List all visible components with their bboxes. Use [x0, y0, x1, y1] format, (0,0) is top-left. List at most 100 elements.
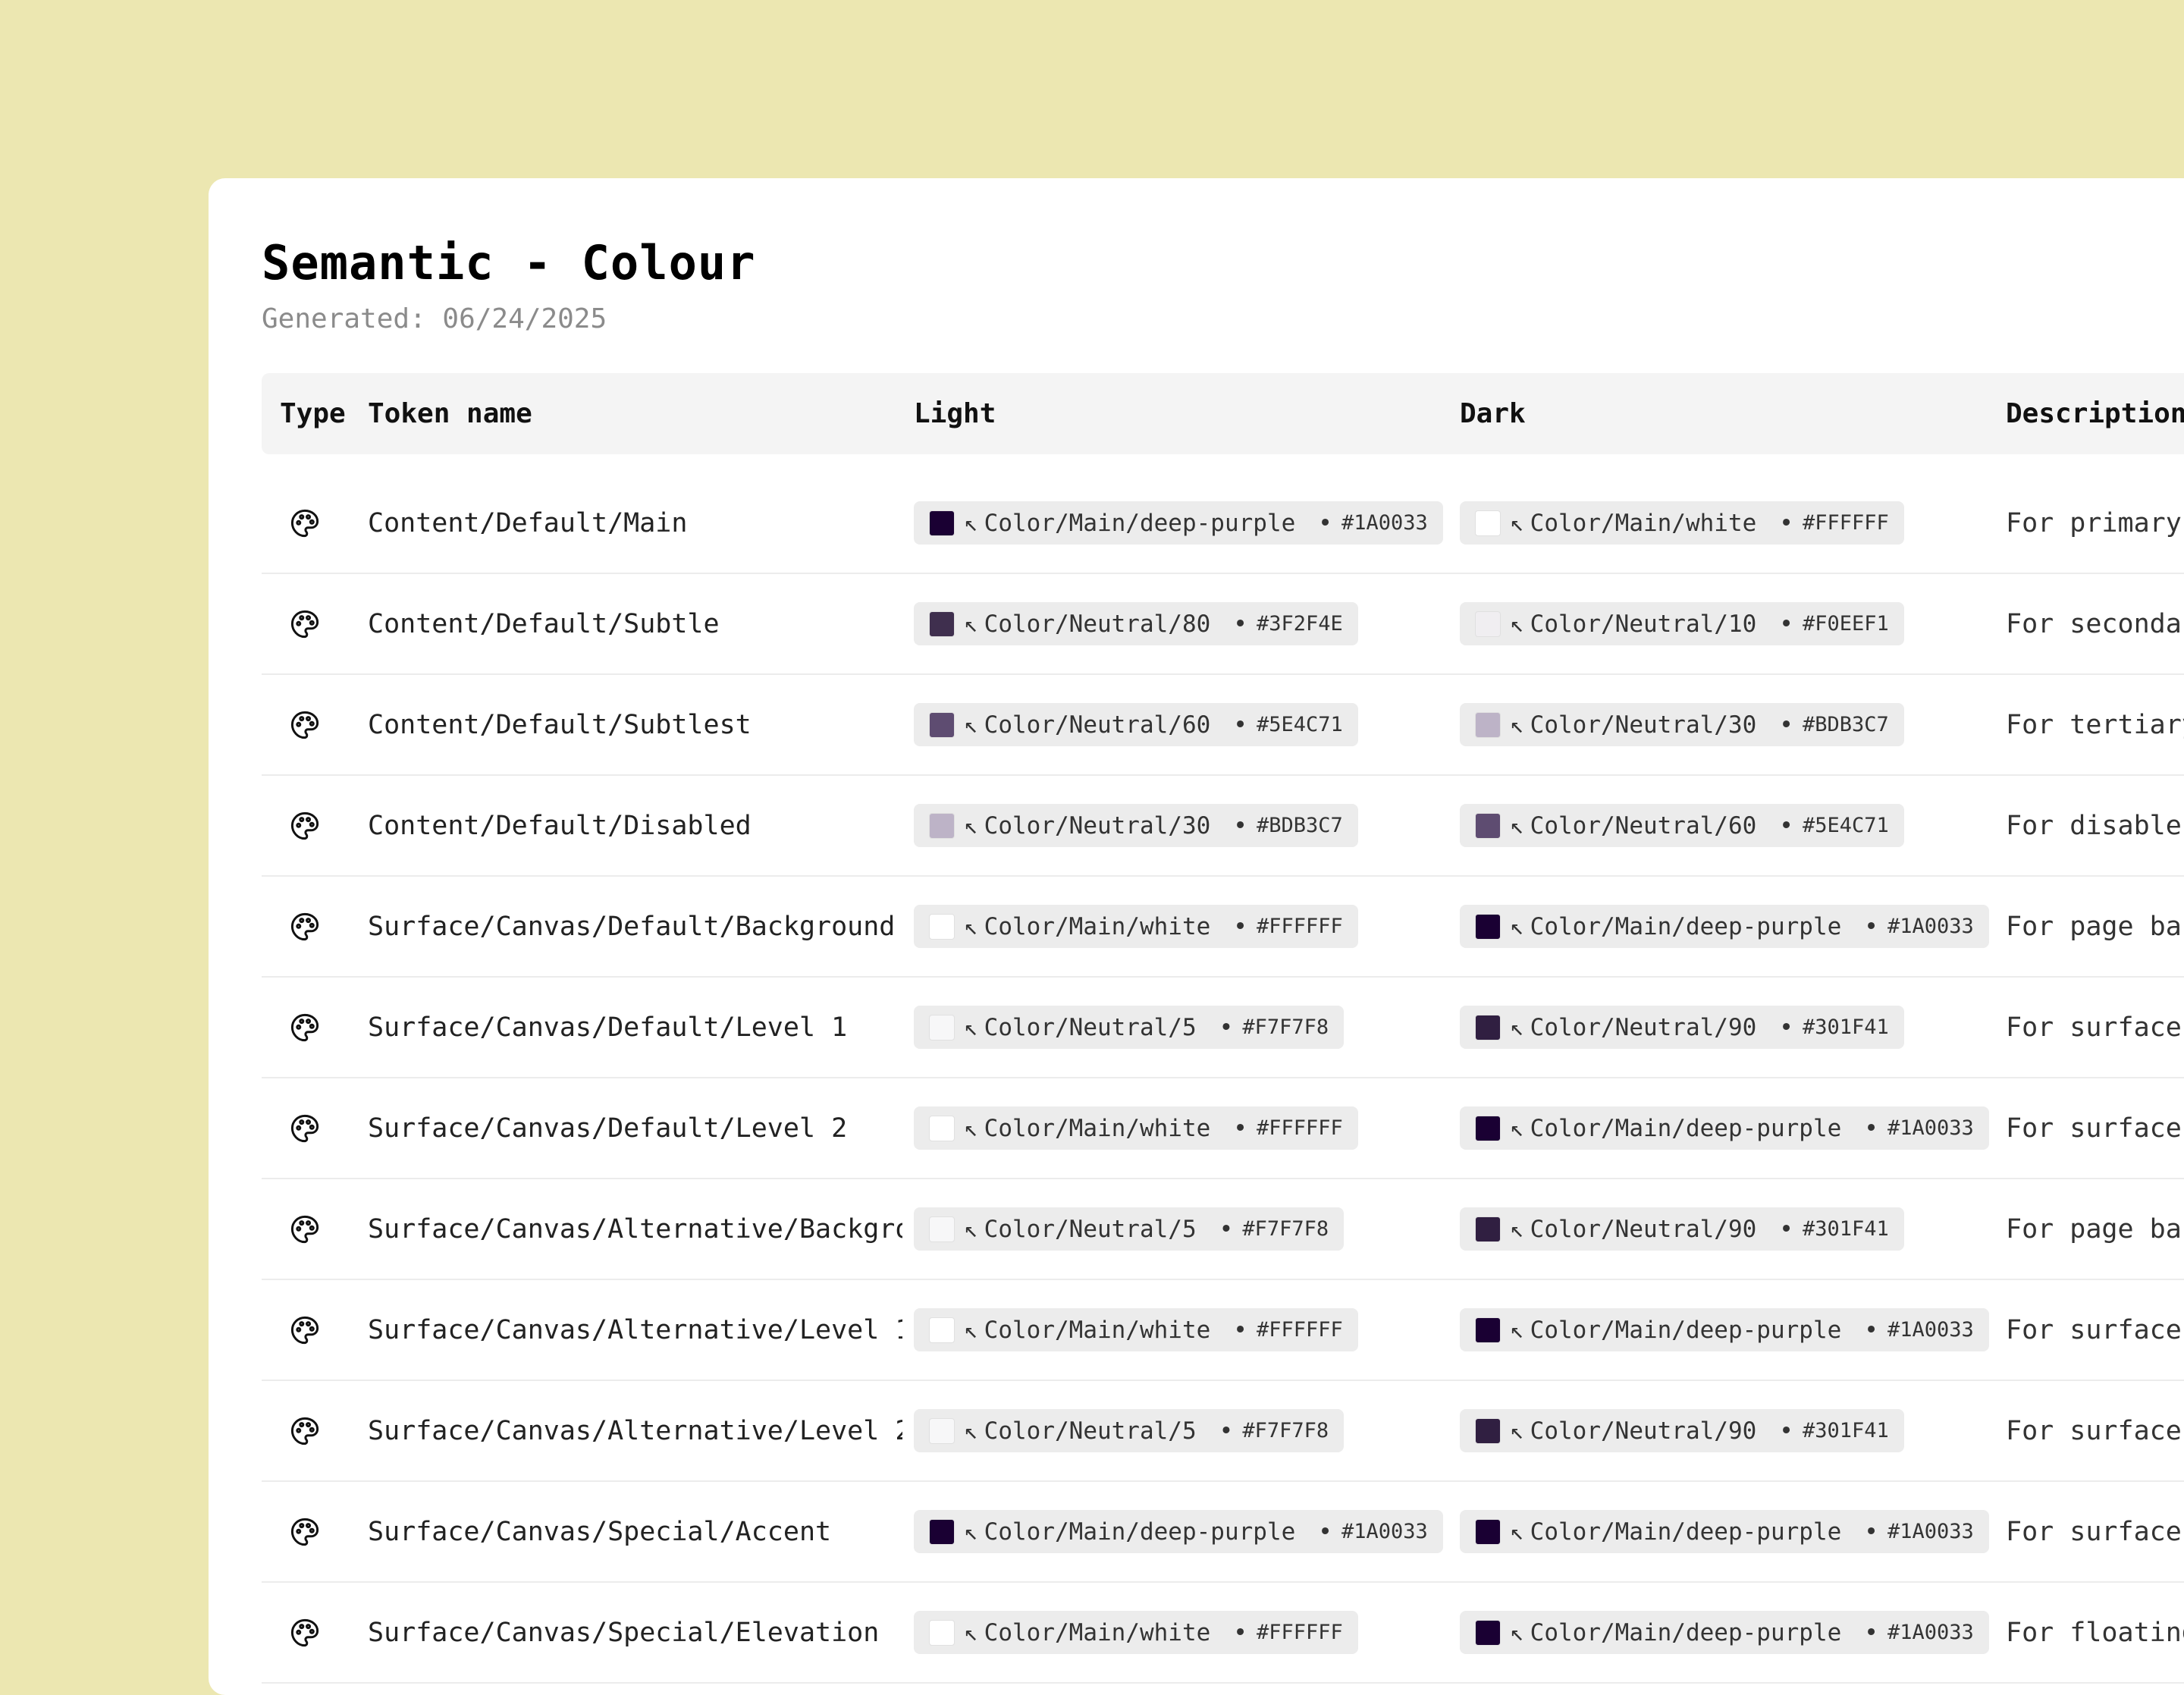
dark-value-chip[interactable]: ↖ Color/Neutral/90 • #301F41 [1460, 1409, 1904, 1452]
light-value-chip[interactable]: ↖ Color/Main/white • #FFFFFF [914, 1106, 1358, 1150]
description: For secondar [2006, 608, 2184, 639]
arrow-up-left-icon: ↖ [1510, 711, 1524, 739]
separator-dot: • [1219, 1417, 1234, 1445]
light-hex: #5E4C71 [1256, 713, 1343, 736]
dark-value-chip[interactable]: ↖ Color/Main/deep-purple • #1A0033 [1460, 905, 1989, 948]
table-row: Content/Default/Subtlest ↖ Color/Neutral… [262, 675, 2184, 776]
page-title: Semantic - Colour [262, 235, 756, 290]
light-color-swatch [929, 1014, 955, 1041]
light-value-cell: ↖ Color/Neutral/80 • #3F2F4E [914, 574, 1358, 673]
table-row: Surface/Canvas/Alternative/Level 1 ↖ Col… [262, 1280, 2184, 1381]
type-cell [289, 675, 327, 774]
light-value-cell: ↖ Color/Main/white • #FFFFFF [914, 877, 1358, 976]
dark-value-chip[interactable]: ↖ Color/Neutral/60 • #5E4C71 [1460, 804, 1904, 847]
light-alias-name: Color/Neutral/30 [984, 811, 1211, 840]
token-name: Surface/Canvas/Alternative/Level 1 [368, 1314, 902, 1345]
light-value-chip[interactable]: ↖ Color/Neutral/5 • #F7F7F8 [914, 1006, 1345, 1049]
separator-dot: • [1779, 711, 1793, 739]
separator-dot: • [1864, 1518, 1878, 1546]
palette-icon [290, 811, 319, 840]
palette-icon [290, 1316, 319, 1344]
dark-alias-name: Color/Neutral/90 [1530, 1013, 1757, 1041]
separator-dot: • [1233, 811, 1247, 840]
description: For surfaces [2006, 1516, 2184, 1547]
dark-value-chip[interactable]: ↖ Color/Neutral/90 • #301F41 [1460, 1207, 1904, 1251]
light-alias-name: Color/Main/deep-purple [984, 509, 1296, 537]
arrow-up-left-icon: ↖ [964, 1618, 978, 1646]
dark-value-chip[interactable]: ↖ Color/Main/deep-purple • #1A0033 [1460, 1611, 1989, 1654]
arrow-up-left-icon: ↖ [1510, 912, 1524, 940]
light-value-chip[interactable]: ↖ Color/Neutral/80 • #3F2F4E [914, 602, 1358, 645]
dark-value-chip[interactable]: ↖ Color/Neutral/30 • #BDB3C7 [1460, 703, 1904, 746]
type-cell [289, 1583, 327, 1682]
arrow-up-left-icon: ↖ [964, 509, 978, 537]
arrow-up-left-icon: ↖ [1510, 509, 1524, 537]
type-cell [289, 473, 327, 573]
light-value-chip[interactable]: ↖ Color/Neutral/5 • #F7F7F8 [914, 1207, 1345, 1251]
arrow-up-left-icon: ↖ [1510, 1114, 1524, 1142]
dark-value-chip[interactable]: ↖ Color/Main/deep-purple • #1A0033 [1460, 1106, 1989, 1150]
arrow-up-left-icon: ↖ [964, 1013, 978, 1041]
separator-dot: • [1864, 1114, 1878, 1142]
light-value-chip[interactable]: ↖ Color/Main/deep-purple • #1A0033 [914, 501, 1443, 545]
palette-icon [290, 509, 319, 537]
type-cell [289, 776, 327, 875]
light-color-swatch [929, 1216, 955, 1242]
type-cell [289, 877, 327, 976]
arrow-up-left-icon: ↖ [964, 711, 978, 739]
arrow-up-left-icon: ↖ [964, 1114, 978, 1142]
arrow-up-left-icon: ↖ [964, 610, 978, 638]
separator-dot: • [1233, 1316, 1247, 1344]
dark-value-chip[interactable]: ↖ Color/Neutral/10 • #F0EEF1 [1460, 602, 1904, 645]
dark-value-chip[interactable]: ↖ Color/Main/deep-purple • #1A0033 [1460, 1308, 1989, 1351]
token-name: Content/Default/Subtlest [368, 709, 752, 740]
palette-icon [290, 1618, 319, 1646]
light-color-swatch [929, 510, 955, 536]
dark-hex: #FFFFFF [1802, 511, 1889, 535]
dark-color-swatch [1475, 1115, 1501, 1141]
separator-dot: • [1233, 711, 1247, 739]
light-value-chip[interactable]: ↖ Color/Main/white • #FFFFFF [914, 1611, 1358, 1654]
dark-value-chip[interactable]: ↖ Color/Neutral/90 • #301F41 [1460, 1006, 1904, 1049]
light-hex: #BDB3C7 [1256, 814, 1343, 837]
dark-value-cell: ↖ Color/Neutral/30 • #BDB3C7 [1460, 675, 1904, 774]
dark-alias-name: Color/Main/deep-purple [1530, 1114, 1842, 1142]
column-header-light: Light [914, 398, 996, 429]
table-row: Surface/Canvas/Special/Elevation ↖ Color… [262, 1583, 2184, 1684]
separator-dot: • [1233, 1114, 1247, 1142]
token-name: Surface/Canvas/Alternative/Background [368, 1213, 902, 1245]
light-color-swatch [929, 1317, 955, 1343]
arrow-up-left-icon: ↖ [1510, 811, 1524, 840]
light-hex: #1A0033 [1341, 511, 1428, 535]
dark-alias-name: Color/Neutral/30 [1530, 711, 1757, 739]
arrow-up-left-icon: ↖ [1510, 1013, 1524, 1041]
description: For surfaces [2006, 1012, 2184, 1043]
dark-value-chip[interactable]: ↖ Color/Main/white • #FFFFFF [1460, 501, 1904, 545]
dark-alias-name: Color/Neutral/90 [1530, 1417, 1757, 1445]
column-header-dark: Dark [1460, 398, 1526, 429]
light-value-chip[interactable]: ↖ Color/Neutral/5 • #F7F7F8 [914, 1409, 1345, 1452]
light-hex: #F7F7F8 [1242, 1015, 1329, 1039]
light-value-chip[interactable]: ↖ Color/Main/white • #FFFFFF [914, 905, 1358, 948]
light-hex: #F7F7F8 [1242, 1419, 1329, 1442]
light-value-chip[interactable]: ↖ Color/Neutral/60 • #5E4C71 [914, 703, 1358, 746]
separator-dot: • [1779, 610, 1793, 638]
light-value-chip[interactable]: ↖ Color/Neutral/30 • #BDB3C7 [914, 804, 1358, 847]
palette-icon [290, 711, 319, 739]
arrow-up-left-icon: ↖ [1510, 610, 1524, 638]
light-color-swatch [929, 812, 955, 839]
type-cell [289, 1381, 327, 1480]
light-alias-name: Color/Main/white [984, 1114, 1211, 1142]
light-hex: #F7F7F8 [1242, 1217, 1329, 1241]
light-value-chip[interactable]: ↖ Color/Main/white • #FFFFFF [914, 1308, 1358, 1351]
generated-date: Generated: 06/24/2025 [262, 303, 607, 334]
token-name: Surface/Canvas/Special/Accent [368, 1516, 832, 1547]
light-value-chip[interactable]: ↖ Color/Main/deep-purple • #1A0033 [914, 1510, 1443, 1553]
dark-value-chip[interactable]: ↖ Color/Main/deep-purple • #1A0033 [1460, 1510, 1989, 1553]
light-alias-name: Color/Neutral/60 [984, 711, 1211, 739]
dark-value-cell: ↖ Color/Main/deep-purple • #1A0033 [1460, 1280, 1989, 1380]
separator-dot: • [1233, 1618, 1247, 1646]
light-value-cell: ↖ Color/Neutral/5 • #F7F7F8 [914, 978, 1345, 1077]
dark-value-cell: ↖ Color/Neutral/60 • #5E4C71 [1460, 776, 1904, 875]
arrow-up-left-icon: ↖ [964, 1518, 978, 1546]
